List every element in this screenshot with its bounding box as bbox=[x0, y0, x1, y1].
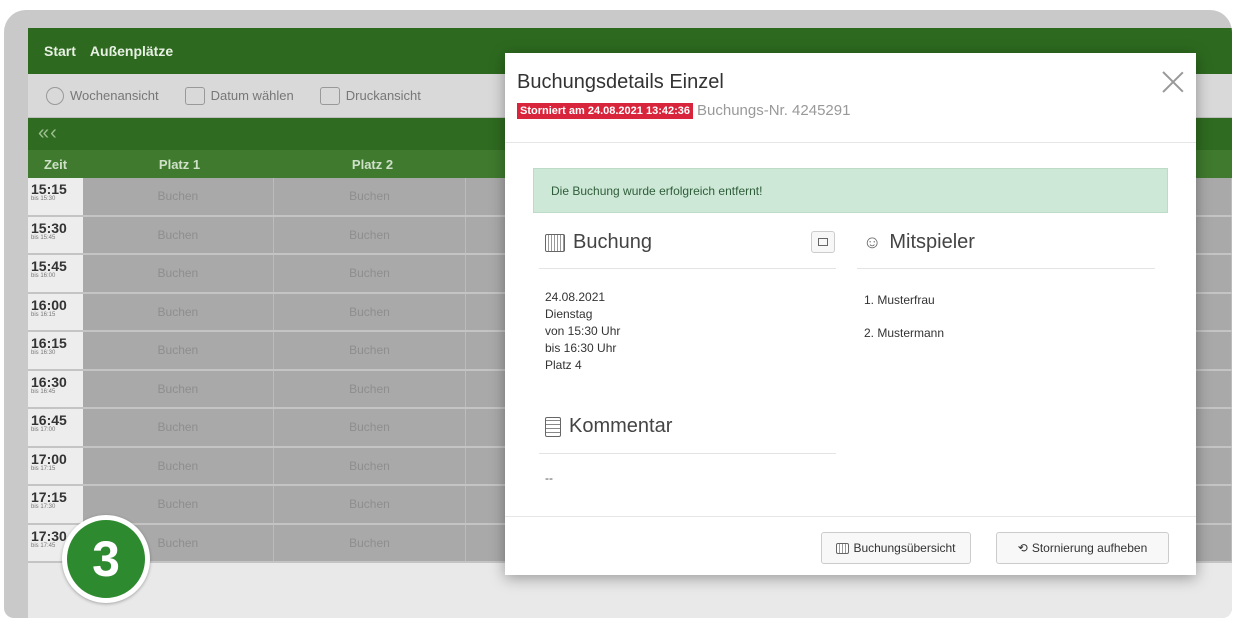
column-zeit: Zeit bbox=[43, 156, 68, 172]
time-slot: 17:00 bis 17:15 bbox=[28, 447, 83, 484]
time-slot: 16:30 bis 16:45 bbox=[28, 370, 83, 407]
time-start: 15:45 bbox=[31, 258, 67, 274]
choose-date-button[interactable]: Datum wählen bbox=[184, 86, 294, 105]
booking-overview-button[interactable]: Buchungsübersicht bbox=[821, 532, 971, 564]
time-slot: 16:15 bis 16:30 bbox=[28, 332, 83, 369]
detail-from: von 15:30 Uhr bbox=[545, 324, 621, 338]
book-slot-button[interactable]: Buchen bbox=[82, 332, 275, 369]
book-slot-button[interactable]: Buchen bbox=[274, 216, 466, 253]
book-slot-button[interactable]: Buchen bbox=[274, 178, 466, 215]
detail-to: bis 16:30 Uhr bbox=[545, 341, 617, 355]
kommentar-heading-label: Kommentar bbox=[569, 415, 673, 437]
printer-icon bbox=[319, 86, 340, 105]
time-slot: 15:45 bis 16:00 bbox=[28, 255, 83, 292]
restore-booking-label: Stornierung aufheben bbox=[1031, 541, 1148, 555]
modal-subtitle: Storniert am 24.08.2021 13:42:36 Buchung… bbox=[517, 102, 1196, 119]
time-start: 16:45 bbox=[31, 412, 67, 428]
people-icon: ☺ bbox=[863, 232, 882, 252]
print-view-button[interactable]: Druckansicht bbox=[319, 86, 421, 105]
book-slot-button[interactable]: Buchen bbox=[274, 409, 466, 446]
book-slot-button[interactable]: Buchen bbox=[82, 370, 275, 407]
time-start: 15:30 bbox=[31, 219, 67, 236]
time-slot: 15:30 bis 15:45 bbox=[28, 216, 83, 253]
week-view-label: Wochenansicht bbox=[70, 88, 159, 103]
player-1: 1. Musterfrau bbox=[864, 293, 935, 307]
mitspieler-divider bbox=[857, 268, 1155, 269]
book-slot-button[interactable]: Buchen bbox=[82, 293, 275, 330]
mitspieler-heading-label: Mitspieler bbox=[889, 231, 975, 253]
booking-details: 24.08.2021 Dienstag von 15:30 Uhr bis 16… bbox=[545, 289, 620, 374]
column-platz-2: Platz 2 bbox=[351, 156, 394, 172]
modal-footer: Buchungsübersicht ⟲ Stornierung aufheben bbox=[505, 516, 1196, 575]
player-2: 2. Mustermann bbox=[864, 326, 945, 340]
previous-arrows[interactable]: «‹ bbox=[38, 122, 58, 144]
book-slot-button[interactable]: Buchen bbox=[82, 216, 275, 253]
nav-aussenplaetze[interactable]: Außenplätze bbox=[90, 43, 173, 59]
book-slot-button[interactable]: Buchen bbox=[274, 486, 466, 523]
time-start: 17:00 bbox=[31, 450, 67, 467]
time-start: 16:15 bbox=[31, 335, 67, 351]
detail-date: 24.08.2021 bbox=[545, 290, 606, 304]
kommentar-divider bbox=[539, 453, 836, 454]
book-slot-button[interactable]: Buchen bbox=[274, 370, 466, 407]
undo-icon: ⟲ bbox=[1017, 541, 1028, 555]
calendar-icon bbox=[836, 542, 850, 554]
book-slot-button[interactable]: Buchen bbox=[274, 255, 466, 292]
kommentar-heading: Kommentar bbox=[545, 415, 672, 438]
detail-court: Platz 4 bbox=[545, 358, 582, 372]
document-icon bbox=[545, 416, 561, 437]
time-start: 16:30 bbox=[31, 373, 67, 390]
calendar-icon bbox=[545, 233, 565, 252]
buchung-heading: Buchung bbox=[545, 231, 652, 254]
time-slot: 17:15 bis 17:30 bbox=[28, 486, 83, 523]
book-slot-button[interactable]: Buchen bbox=[82, 409, 275, 446]
edit-booking-button[interactable] bbox=[811, 231, 835, 253]
buchung-heading-label: Buchung bbox=[573, 231, 652, 253]
mitspieler-heading: ☺ Mitspieler bbox=[863, 231, 975, 254]
booking-overview-label: Buchungsübersicht bbox=[853, 541, 956, 555]
modal-title: Buchungsdetails Einzel bbox=[517, 71, 724, 93]
note-icon bbox=[818, 238, 828, 246]
booking-number: Buchungs-Nr. 4245291 bbox=[697, 102, 851, 119]
book-slot-button[interactable]: Buchen bbox=[82, 178, 275, 215]
buchung-divider bbox=[539, 268, 836, 269]
print-view-label: Druckansicht bbox=[345, 88, 421, 103]
close-icon[interactable] bbox=[1162, 71, 1184, 93]
time-start: 16:00 bbox=[31, 296, 67, 313]
book-slot-button[interactable]: Buchen bbox=[274, 332, 466, 369]
booking-details-modal: Buchungsdetails Einzel Storniert am 24.0… bbox=[505, 53, 1196, 575]
refresh-icon bbox=[46, 86, 64, 105]
time-slot: 16:00 bis 16:15 bbox=[28, 293, 83, 330]
comment-text: -- bbox=[545, 471, 553, 485]
book-slot-button[interactable]: Buchen bbox=[82, 255, 275, 292]
time-slot: 15:15 bis 15:30 bbox=[28, 178, 83, 215]
column-platz-1: Platz 1 bbox=[158, 156, 201, 172]
time-start: 15:15 bbox=[31, 181, 67, 197]
time-start: 17:15 bbox=[31, 489, 67, 505]
time-slot: 16:45 bis 17:00 bbox=[28, 409, 83, 446]
restore-booking-button[interactable]: ⟲ Stornierung aufheben bbox=[996, 532, 1169, 564]
book-slot-button[interactable]: Buchen bbox=[82, 447, 275, 484]
book-slot-button[interactable]: Buchen bbox=[274, 447, 466, 484]
calendar-icon bbox=[184, 86, 205, 105]
week-view-button[interactable]: Wochenansicht bbox=[46, 86, 159, 105]
players-list: 1. Musterfrau 2. Mustermann bbox=[864, 293, 944, 359]
modal-header: Buchungsdetails Einzel Storniert am 24.0… bbox=[505, 53, 1196, 143]
book-slot-button[interactable]: Buchen bbox=[274, 524, 466, 561]
cancelled-badge: Storniert am 24.08.2021 13:42:36 bbox=[517, 102, 693, 119]
detail-weekday: Dienstag bbox=[545, 307, 593, 321]
success-alert: Die Buchung wurde erfolgreich entfernt! bbox=[533, 168, 1168, 213]
step-number-badge: 3 bbox=[62, 515, 150, 603]
nav-start[interactable]: Start bbox=[44, 43, 76, 59]
book-slot-button[interactable]: Buchen bbox=[274, 293, 466, 330]
choose-date-label: Datum wählen bbox=[210, 88, 294, 103]
